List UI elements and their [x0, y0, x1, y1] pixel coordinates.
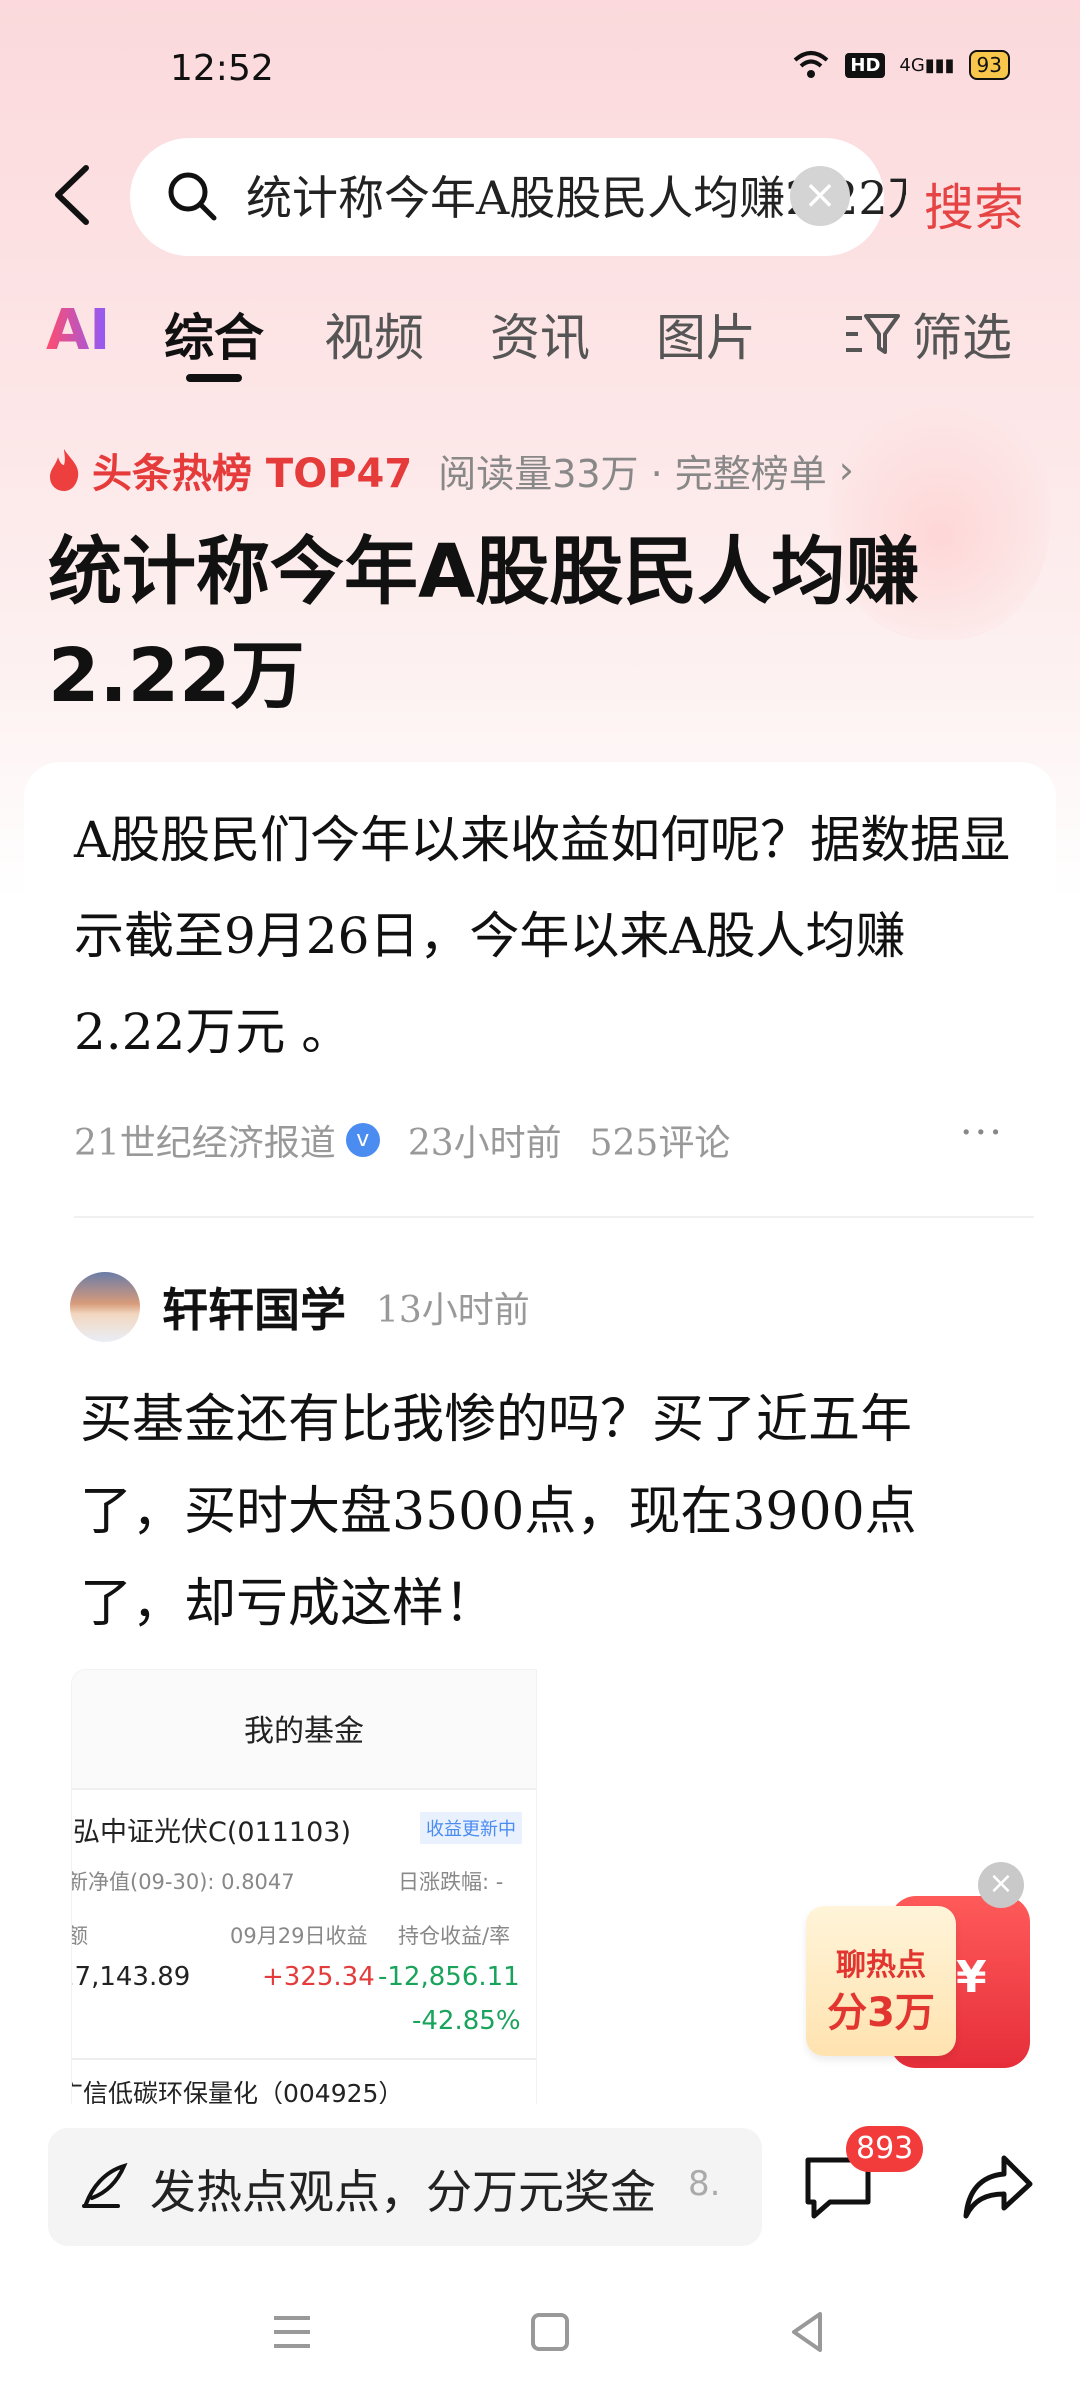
article-summary[interactable]: A股股民们今年以来收益如何呢？据数据显示截至9月26日，今年以来A股人均赚2.2…	[74, 792, 1014, 1080]
home-icon[interactable]	[520, 2302, 580, 2362]
ai-tab[interactable]: AI	[46, 298, 110, 363]
search-button[interactable]: 搜索	[924, 168, 1024, 240]
signal-icon: 4G▮▮▮	[899, 54, 955, 76]
page-title: 统计称今年A股股民人均赚2.22万	[48, 529, 920, 719]
filter-label: 筛选	[912, 309, 1012, 367]
post-time: 13小时前	[376, 1290, 530, 1331]
fund-col-hold: 持仓收益/率	[398, 1924, 511, 1948]
network-label: 4G	[899, 54, 925, 76]
hot-meta: 阅读量33万 · 完整榜单	[438, 451, 827, 496]
fire-icon	[50, 449, 79, 491]
status-bar: 12:52 HD 4G▮▮▮ 93	[0, 0, 1080, 140]
fund-title: 我的基金	[244, 1714, 364, 1749]
fund-screenshot-image[interactable]: 我的基金 天弘中证光伏C(011103) 收益更新中 最新净值(09-30): …	[72, 1670, 536, 2110]
tab-video[interactable]: 视频	[324, 298, 424, 370]
status-time: 12:52	[170, 48, 274, 89]
fund-badge: 收益更新中	[420, 1812, 522, 1844]
fund-nav: 最新净值(09-30): 0.8047	[72, 1870, 295, 1894]
fund-amount: 17,143.89	[72, 1962, 191, 1992]
avatar[interactable]	[70, 1272, 140, 1342]
menu-icon[interactable]	[262, 2302, 322, 2362]
fund-hold-rate: -42.85%	[412, 2006, 521, 2036]
filter-icon	[846, 314, 900, 354]
article-time: 23小时前	[407, 1123, 562, 1164]
wifi-icon	[794, 51, 829, 78]
comment-placeholder: 发热点观点，分万元奖金	[150, 2165, 656, 2219]
tab-news[interactable]: 资讯	[490, 298, 590, 370]
post-text[interactable]: 买基金还有比我惨的吗？买了近五年了，买时大盘3500点，现在3900点了，却亏成…	[80, 1374, 1000, 1650]
hot-rank-label: 头条热榜 TOP47	[92, 451, 413, 497]
post-author[interactable]: 轩轩国学 13小时前	[70, 1270, 530, 1344]
promo-line2: 分3万	[827, 1990, 935, 2036]
fund-name: 天弘中证光伏C(011103)	[72, 1817, 351, 1848]
article-source[interactable]: 21世纪经济报道	[74, 1114, 336, 1166]
fund-col-amount: 金额	[72, 1924, 88, 1948]
hot-list-row[interactable]: 头条热榜 TOP47 阅读量33万 · 完整榜单 ›	[44, 440, 854, 500]
system-nav-bar	[0, 2282, 1080, 2382]
chevron-right-icon: ›	[838, 448, 854, 492]
tab-images[interactable]: 图片	[656, 298, 756, 370]
comment-overflow: 8.	[688, 2164, 721, 2204]
tab-comprehensive[interactable]: 综合	[164, 298, 264, 370]
active-tab-indicator	[186, 374, 242, 382]
comment-count-badge: 893	[846, 2126, 924, 2172]
article-comments[interactable]: 525评论	[590, 1114, 731, 1166]
comment-input[interactable]: 发热点观点，分万元奖金 8.	[48, 2128, 762, 2246]
fund-hold-gain: -12,856.11	[378, 1962, 520, 1992]
verified-icon: v	[345, 1123, 380, 1157]
fund-change: 日涨跌幅: -	[398, 1870, 504, 1894]
filter-tabs: AI 综合 视频 资讯 图片 筛选	[0, 290, 1080, 382]
share-icon[interactable]	[960, 2150, 1036, 2224]
pen-icon	[82, 2162, 128, 2208]
yen-icon: ¥	[956, 1952, 987, 2003]
close-icon[interactable]: ×	[978, 1862, 1024, 1908]
promo-ticket: 聊热点 分3万	[806, 1906, 956, 2056]
promo-line1: 聊热点	[836, 1948, 926, 1983]
back-icon[interactable]	[40, 160, 110, 230]
battery-icon: 93	[968, 50, 1010, 80]
fund-separator	[72, 2058, 536, 2060]
hd-icon: HD	[845, 52, 886, 78]
back-nav-icon[interactable]	[778, 2302, 838, 2362]
fund-col-day: 09月29日收益	[230, 1924, 368, 1948]
fund-header: 我的基金	[72, 1670, 536, 1790]
fund-day-gain: +325.34	[262, 1962, 375, 1992]
search-icon	[168, 172, 217, 221]
filter-button[interactable]: 筛选	[842, 298, 1012, 370]
status-icons: HD 4G▮▮▮ 93	[791, 50, 1010, 80]
clear-icon[interactable]: ×	[790, 166, 850, 226]
article-meta: 21世纪经济报道 v 23小时前 525评论 ···	[74, 1110, 1034, 1170]
username[interactable]: 轩轩国学	[162, 1274, 346, 1340]
divider	[74, 1216, 1034, 1218]
search-input[interactable]: 统计称今年A股股民人均赚2.22万 ×	[130, 138, 906, 256]
more-icon[interactable]: ···	[960, 1110, 1004, 1156]
